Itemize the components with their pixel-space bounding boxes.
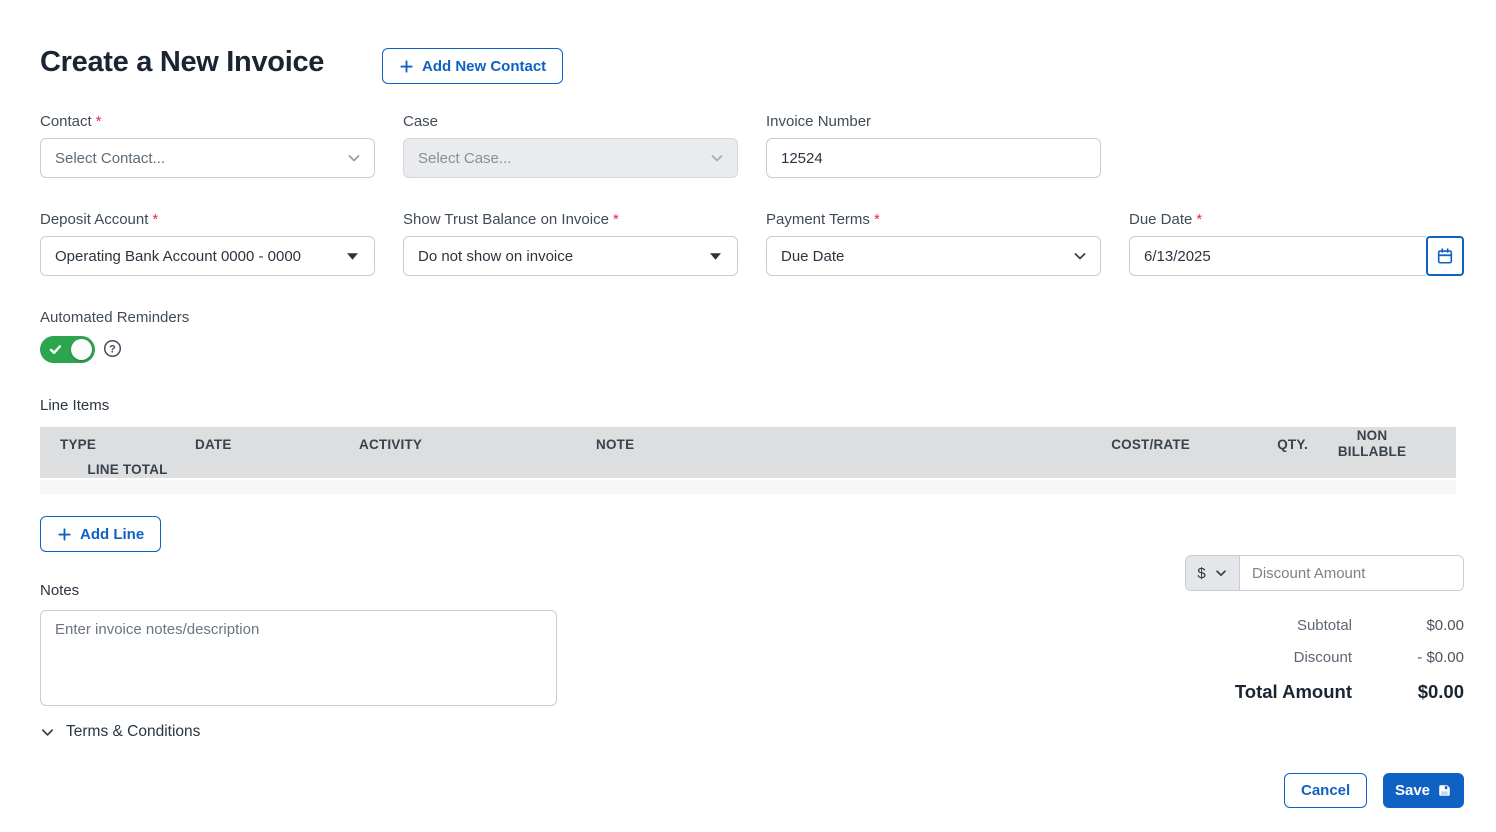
caret-down-icon bbox=[347, 253, 358, 260]
cancel-label: Cancel bbox=[1301, 782, 1350, 799]
contact-label-text: Contact bbox=[40, 113, 92, 130]
invoice-number-label: Invoice Number bbox=[766, 113, 1101, 130]
column-header-non-billable: NON BILLABLE bbox=[1308, 428, 1436, 462]
save-floppy-icon bbox=[1437, 783, 1452, 798]
chevron-down-icon bbox=[346, 150, 362, 166]
due-date-label-text: Due Date bbox=[1129, 211, 1192, 228]
required-asterisk: * bbox=[152, 211, 158, 228]
deposit-account-select[interactable]: Operating Bank Account 0000 - 0000 bbox=[40, 236, 375, 276]
column-header-date: DATE bbox=[195, 437, 359, 452]
contact-select-value: Select Contact... bbox=[55, 150, 165, 167]
required-asterisk: * bbox=[1196, 211, 1202, 228]
discount-currency-select[interactable]: $ bbox=[1186, 556, 1240, 590]
payment-terms-label-text: Payment Terms bbox=[766, 211, 870, 228]
line-items-section-label: Line Items bbox=[40, 397, 109, 414]
deposit-account-label-text: Deposit Account bbox=[40, 211, 148, 228]
column-header-type: TYPE bbox=[60, 437, 195, 452]
total-amount-value: $0.00 bbox=[1352, 681, 1464, 703]
case-select-value: Select Case... bbox=[418, 150, 511, 167]
chevron-down-icon bbox=[709, 150, 725, 166]
trust-balance-select-value: Do not show on invoice bbox=[418, 248, 573, 265]
contact-select[interactable]: Select Contact... bbox=[40, 138, 375, 178]
invoice-number-label-text: Invoice Number bbox=[766, 113, 871, 130]
chevron-down-icon bbox=[40, 725, 55, 740]
page-title: Create a New Invoice bbox=[40, 46, 324, 79]
terms-and-conditions-expander[interactable]: Terms & Conditions bbox=[40, 723, 200, 741]
total-amount-label: Total Amount bbox=[1235, 681, 1352, 703]
chevron-down-icon bbox=[1072, 248, 1088, 264]
payment-terms-label: Payment Terms* bbox=[766, 211, 1101, 228]
create-invoice-page: Create a New Invoice Add New Contact Con… bbox=[0, 0, 1496, 832]
due-date-input[interactable] bbox=[1129, 236, 1426, 276]
subtotal-value: $0.00 bbox=[1352, 617, 1464, 634]
invoice-notes-textarea[interactable] bbox=[40, 610, 557, 706]
case-select[interactable]: Select Case... bbox=[403, 138, 738, 178]
trust-balance-field: Show Trust Balance on Invoice* Do not sh… bbox=[403, 211, 738, 276]
discount-group: $ bbox=[1185, 555, 1464, 591]
add-new-contact-button[interactable]: Add New Contact bbox=[382, 48, 563, 84]
payment-terms-select[interactable]: Due Date bbox=[766, 236, 1101, 276]
subtotal-label: Subtotal bbox=[1297, 617, 1352, 634]
trust-balance-label-text: Show Trust Balance on Invoice bbox=[403, 211, 609, 228]
due-date-group bbox=[1129, 236, 1464, 276]
contact-label: Contact* bbox=[40, 113, 375, 130]
toggle-knob bbox=[71, 339, 92, 360]
column-header-cost-rate: COST/RATE bbox=[1021, 437, 1190, 452]
invoice-number-input[interactable] bbox=[766, 138, 1101, 178]
terms-and-conditions-label: Terms & Conditions bbox=[66, 723, 200, 741]
discount-amount-input[interactable] bbox=[1240, 556, 1463, 590]
deposit-account-select-value: Operating Bank Account 0000 - 0000 bbox=[55, 248, 301, 265]
trust-balance-select[interactable]: Do not show on invoice bbox=[403, 236, 738, 276]
check-icon bbox=[48, 342, 63, 357]
automated-reminders-toggle[interactable] bbox=[40, 336, 95, 363]
due-date-field: Due Date* bbox=[1129, 211, 1464, 276]
notes-label: Notes bbox=[40, 582, 79, 599]
line-items-header-row: TYPE DATE ACTIVITY NOTE COST/RATE QTY. N… bbox=[40, 427, 1456, 478]
chevron-down-icon bbox=[1214, 566, 1228, 580]
add-new-contact-label: Add New Contact bbox=[422, 58, 546, 75]
add-line-label: Add Line bbox=[80, 526, 144, 543]
case-field: Case Select Case... bbox=[403, 113, 738, 178]
save-button[interactable]: Save bbox=[1383, 773, 1464, 808]
cancel-button[interactable]: Cancel bbox=[1284, 773, 1367, 808]
required-asterisk: * bbox=[613, 211, 619, 228]
line-items-empty-row bbox=[40, 480, 1456, 494]
column-header-non-billable-text: NON BILLABLE bbox=[1336, 428, 1408, 462]
question-circle-icon: ? bbox=[103, 339, 122, 358]
calendar-icon bbox=[1436, 247, 1454, 265]
discount-value: - $0.00 bbox=[1352, 649, 1464, 666]
column-header-activity: ACTIVITY bbox=[359, 437, 596, 452]
subtotal-row: Subtotal $0.00 bbox=[1044, 617, 1464, 649]
case-label: Case bbox=[403, 113, 738, 130]
trust-balance-label: Show Trust Balance on Invoice* bbox=[403, 211, 738, 228]
payment-terms-select-value: Due Date bbox=[781, 248, 844, 265]
payment-terms-field: Payment Terms* Due Date bbox=[766, 211, 1101, 276]
help-icon[interactable]: ? bbox=[103, 339, 122, 363]
discount-label: Discount bbox=[1294, 649, 1352, 666]
deposit-account-label: Deposit Account* bbox=[40, 211, 375, 228]
invoice-number-field: Invoice Number bbox=[766, 113, 1101, 178]
svg-text:?: ? bbox=[109, 343, 116, 355]
deposit-account-field: Deposit Account* Operating Bank Account … bbox=[40, 211, 375, 276]
plus-icon bbox=[57, 527, 72, 542]
currency-symbol: $ bbox=[1197, 565, 1205, 582]
column-header-line-total: LINE TOTAL bbox=[60, 462, 195, 477]
column-header-note: NOTE bbox=[596, 437, 1021, 452]
total-amount-row: Total Amount $0.00 bbox=[1044, 681, 1464, 717]
add-line-button[interactable]: Add Line bbox=[40, 516, 161, 552]
totals-summary: Subtotal $0.00 Discount - $0.00 Total Am… bbox=[1044, 617, 1464, 717]
required-asterisk: * bbox=[874, 211, 880, 228]
automated-reminders-label: Automated Reminders bbox=[40, 309, 189, 326]
contact-field: Contact* Select Contact... bbox=[40, 113, 375, 178]
save-label: Save bbox=[1395, 782, 1430, 799]
required-asterisk: * bbox=[96, 113, 102, 130]
calendar-button[interactable] bbox=[1426, 236, 1464, 276]
plus-icon bbox=[399, 59, 414, 74]
column-header-qty: QTY. bbox=[1190, 437, 1308, 452]
caret-down-icon bbox=[710, 253, 721, 260]
due-date-label: Due Date* bbox=[1129, 211, 1464, 228]
case-label-text: Case bbox=[403, 113, 438, 130]
discount-row: Discount - $0.00 bbox=[1044, 649, 1464, 681]
